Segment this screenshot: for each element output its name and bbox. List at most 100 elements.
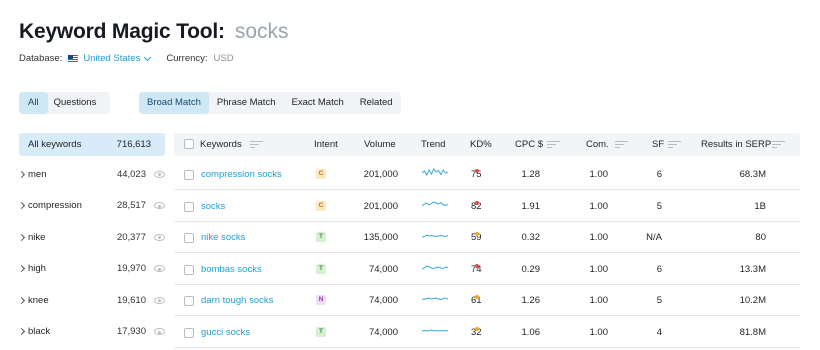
intent-badge: T	[316, 232, 326, 242]
col-cpc[interactable]: CPC $	[515, 139, 543, 150]
eye-icon[interactable]	[154, 328, 165, 335]
keyword-link[interactable]: compression socks	[201, 169, 282, 180]
eye-icon[interactable]	[154, 296, 165, 304]
col-volume[interactable]: Volume	[364, 139, 396, 150]
col-sf[interactable]: SF	[652, 139, 664, 150]
com-value: 1.00	[589, 326, 609, 338]
database-row: Database: United States Currency: USD	[19, 53, 234, 64]
row-checkbox[interactable]	[184, 201, 194, 212]
sf-value: 6	[656, 263, 662, 275]
results-value: 1B	[754, 200, 766, 212]
tab-broad-match[interactable]: Broad Match	[139, 92, 209, 114]
cpc-value: 0.32	[521, 232, 541, 243]
row-checkbox[interactable]	[184, 233, 194, 243]
row-checkbox[interactable]	[184, 327, 194, 338]
group-count: 28,517	[116, 200, 146, 211]
table-row: bombas socks T 74,000 74 0.29 1.00 6 13.3M	[174, 254, 800, 285]
group-name: black	[28, 326, 51, 337]
group-count: 17,930	[116, 326, 146, 337]
group-count: 44,023	[116, 168, 146, 180]
col-intent[interactable]: Intent	[314, 139, 338, 150]
kd-dot-icon	[475, 232, 479, 236]
eye-icon[interactable]	[154, 233, 165, 241]
eye-icon[interactable]	[154, 202, 165, 209]
table-row: compression socks C 201,000 75 1.28 1.00 6 68.3…	[174, 159, 800, 190]
col-trend[interactable]: Trend	[421, 139, 445, 150]
cpc-value: 0.29	[521, 263, 541, 275]
col-keywords[interactable]: Keywords	[200, 139, 242, 150]
tab-phrase-match[interactable]: Phrase Match	[209, 92, 284, 114]
row-checkbox[interactable]	[184, 296, 194, 306]
page-title: Keyword Magic Tool:	[19, 20, 225, 43]
keyword-link[interactable]: darn tough socks	[201, 295, 273, 306]
tab-exact-match[interactable]: Exact Match	[284, 92, 352, 114]
trend-sparkline	[421, 263, 449, 276]
sort-icon[interactable]	[547, 141, 560, 148]
group-item[interactable]: knee 19,610	[17, 290, 165, 310]
cpc-value: 1.28	[521, 169, 541, 180]
all-keywords-group[interactable]: All keywords 716,613	[19, 133, 165, 156]
select-all-checkbox[interactable]	[184, 139, 194, 149]
group-item[interactable]: men 44,023	[17, 164, 165, 184]
sf-value: 5	[656, 295, 662, 306]
tab-all[interactable]: All	[19, 92, 48, 114]
tab-questions[interactable]: Questions	[48, 92, 111, 114]
table-row: darn tough socks N 74,000 61 1.26 1.00 5 10.2M	[174, 285, 800, 316]
results-value: 13.3M	[739, 263, 766, 275]
chevron-right-icon[interactable]	[17, 296, 26, 304]
sort-icon[interactable]	[668, 141, 681, 148]
keyword-link[interactable]: nike socks	[201, 232, 245, 243]
volume-value: 74,000	[368, 263, 398, 275]
chevron-right-icon[interactable]	[17, 201, 26, 210]
table-header: Keywords Intent Volume Trend KD% CPC $ C…	[174, 133, 800, 156]
com-value: 1.00	[589, 263, 609, 275]
group-item[interactable]: compression 28,517	[17, 196, 165, 216]
tab-related[interactable]: Related	[352, 92, 401, 114]
sort-icon[interactable]	[615, 141, 628, 148]
group-item[interactable]: black 17,930	[17, 322, 165, 342]
intent-badge: T	[316, 263, 326, 274]
kd-dot-icon	[475, 326, 479, 331]
chevron-down-icon	[144, 53, 152, 61]
row-checkbox[interactable]	[184, 264, 194, 275]
results-value: 10.2M	[739, 295, 766, 306]
com-value: 1.00	[589, 169, 609, 180]
volume-value: 135,000	[363, 232, 398, 243]
sort-icon[interactable]	[772, 141, 785, 148]
group-count: 19,970	[116, 263, 146, 274]
sf-value: 4	[656, 326, 662, 338]
keyword-groups-panel: All keywords 716,613 men 44,023 compressio…	[17, 133, 165, 337]
question-filter-tabs: All Questions	[19, 92, 111, 114]
keyword-link[interactable]: gucci socks	[201, 327, 250, 338]
sf-value: 5	[656, 200, 662, 212]
trend-sparkline	[421, 168, 449, 181]
table-row: nike socksIT135,000590.321.00N/A80	[174, 222, 800, 253]
database-value: United States	[83, 53, 141, 64]
col-kd[interactable]: KD%	[470, 139, 492, 150]
col-results[interactable]: Results in SERP	[701, 139, 771, 150]
database-select[interactable]: United States	[68, 53, 152, 64]
group-count: 20,377	[116, 231, 146, 243]
group-name: compression	[28, 200, 82, 211]
keyword-link[interactable]: socks	[201, 201, 225, 212]
intent-badge: C	[316, 169, 326, 179]
eye-icon[interactable]	[154, 170, 165, 178]
sort-icon[interactable]	[250, 141, 263, 148]
chevron-right-icon[interactable]	[17, 264, 26, 273]
group-name: men	[28, 168, 47, 180]
group-count: 19,610	[116, 294, 146, 306]
chevron-right-icon[interactable]	[17, 233, 26, 241]
kd-dot-icon	[475, 295, 479, 299]
keyword-link[interactable]: bombas socks	[201, 264, 262, 275]
chevron-right-icon[interactable]	[17, 327, 26, 336]
row-checkbox[interactable]	[184, 170, 194, 180]
all-keywords-count: 716,613	[116, 139, 151, 150]
chevron-right-icon[interactable]	[17, 170, 26, 178]
group-item[interactable]: high 19,970	[17, 259, 165, 279]
com-value: 1.00	[589, 200, 609, 212]
com-value: 1.00	[589, 232, 609, 243]
all-keywords-label: All keywords	[28, 139, 82, 150]
eye-icon[interactable]	[154, 265, 165, 272]
col-com[interactable]: Com.	[586, 139, 609, 150]
group-item[interactable]: nike 20,377	[17, 227, 165, 247]
